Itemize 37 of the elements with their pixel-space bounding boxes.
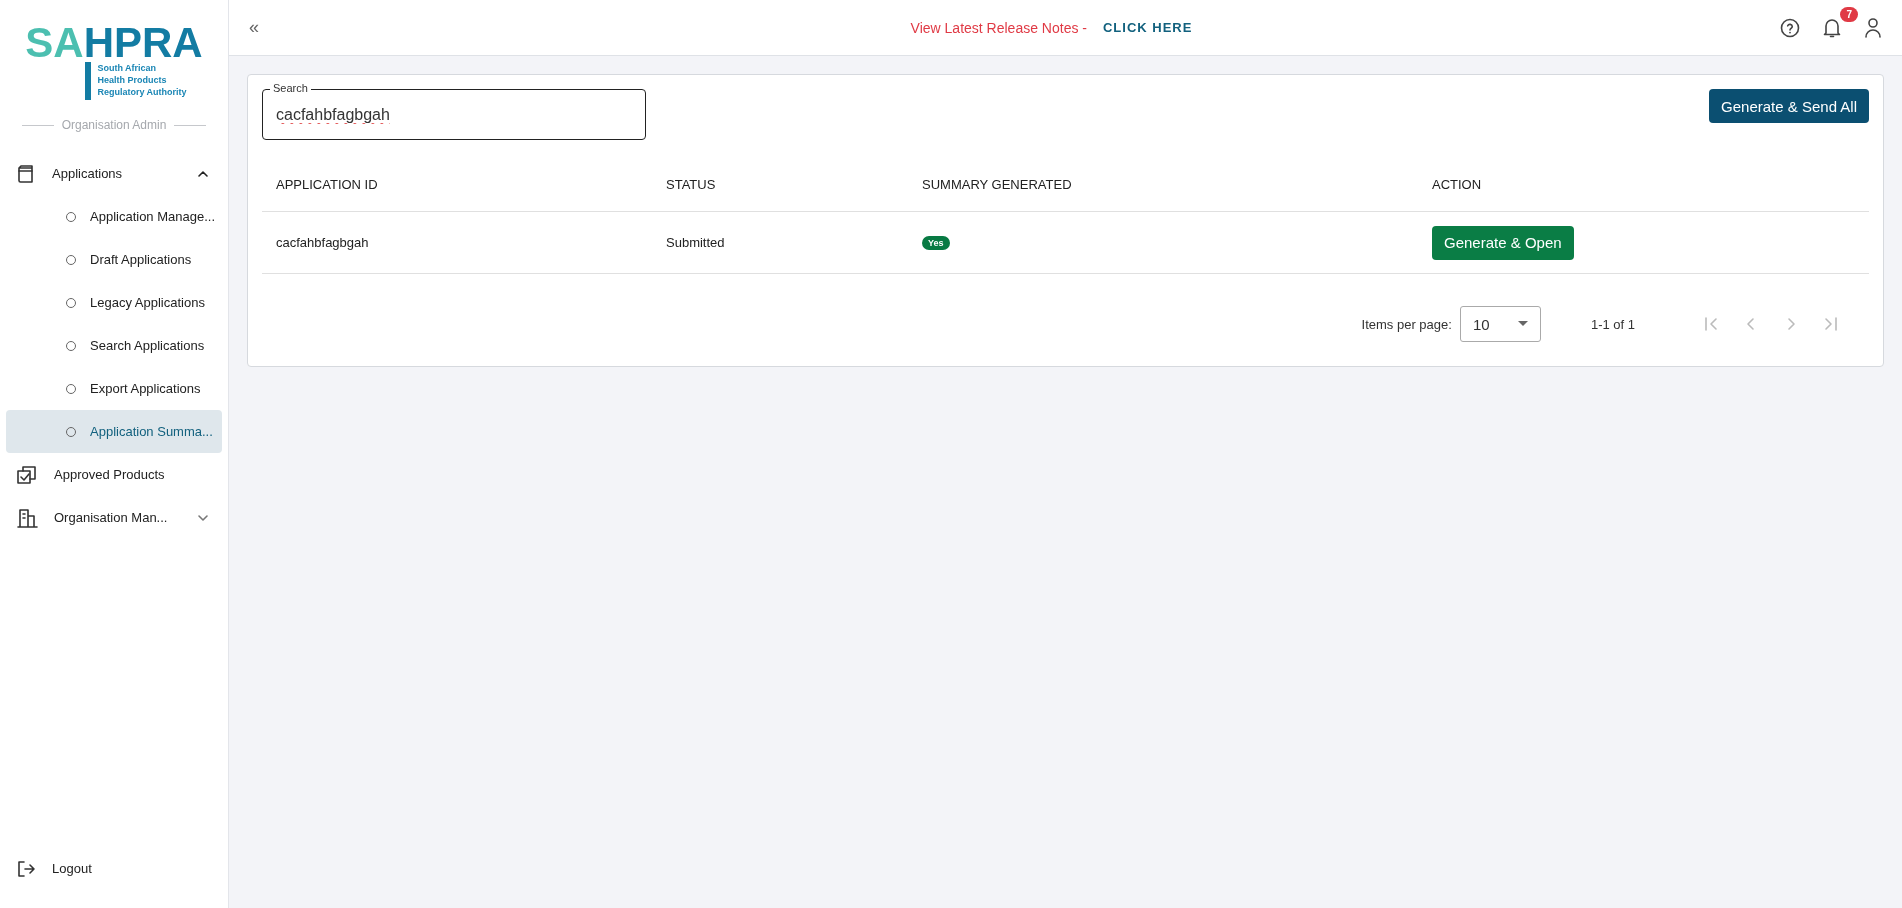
book-icon: [16, 163, 36, 184]
generate-open-button[interactable]: Generate & Open: [1432, 225, 1574, 260]
sidebar-subitem[interactable]: Application Summa...: [6, 410, 222, 453]
building-icon: [16, 506, 38, 529]
sidebar-item[interactable]: Organisation Man...: [0, 496, 228, 539]
generate-send-all-button[interactable]: Generate & Send All: [1709, 89, 1869, 123]
sidebar-subitem[interactable]: Export Applications: [6, 367, 222, 410]
logout-item[interactable]: Logout: [0, 847, 228, 890]
page-size-select[interactable]: 10: [1459, 306, 1541, 342]
checked-box-icon: [16, 463, 38, 486]
collapse-sidebar-button[interactable]: «: [245, 17, 263, 38]
release-notes-link[interactable]: CLICK HERE: [1102, 20, 1193, 35]
column-header: STATUS: [666, 177, 717, 192]
sahpra-logo: SAHPRA South African Health Products Regulatory Authority: [0, 22, 228, 100]
column-header: ACTION: [1432, 177, 1483, 192]
sidebar-item[interactable]: Applications: [0, 152, 228, 195]
notifications-icon[interactable]: [1822, 16, 1842, 39]
page-range-text: 1-1 of 1: [1590, 316, 1635, 332]
release-notes-text: View Latest Release Notes -: [910, 19, 1087, 36]
table-cell-text: Submitted: [666, 235, 726, 250]
logout-icon: [16, 858, 36, 879]
sidebar-subitem[interactable]: Application Manage...: [6, 195, 222, 238]
sidebar-item[interactable]: Approved Products: [0, 453, 228, 496]
sidebar-subitem[interactable]: Draft Applications: [6, 238, 222, 281]
column-header: APPLICATION ID: [276, 177, 379, 192]
summary-status-tag: Yes: [922, 235, 950, 250]
sidebar-subitem[interactable]: Legacy Applications: [6, 281, 222, 324]
table-cell-text: cacfahbfagbgah: [276, 235, 370, 250]
user-icon[interactable]: [1864, 16, 1882, 39]
section-heading: Organisation Admin: [61, 118, 167, 132]
items-per-page-label: Items per page:: [1361, 316, 1452, 332]
dropdown-caret-icon: [1517, 321, 1528, 327]
notification-count-badge: 7: [1840, 6, 1858, 22]
help-icon[interactable]: [1780, 17, 1800, 38]
column-header: SUMMARY GENERATED: [922, 177, 1073, 192]
sidebar-subitem[interactable]: Search Applications: [6, 324, 222, 367]
search-label: Search: [270, 82, 311, 95]
